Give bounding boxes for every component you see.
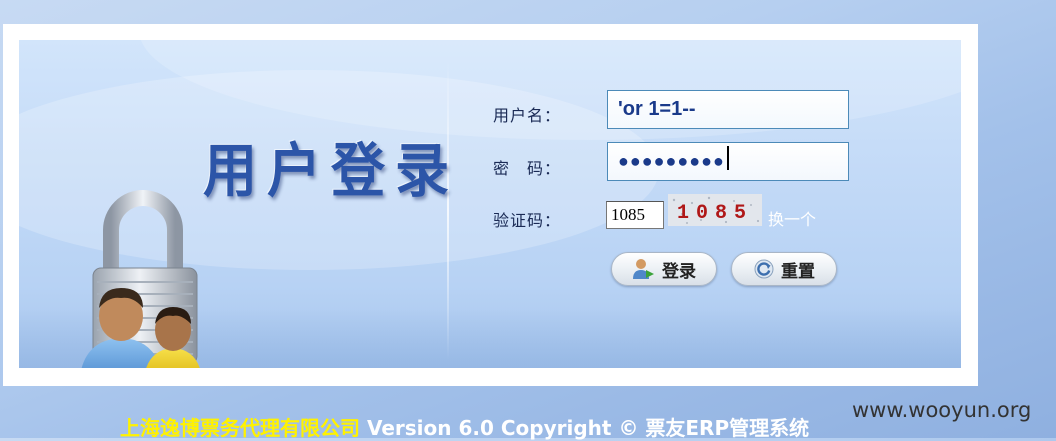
reset-button[interactable]: 重置 — [731, 252, 837, 286]
username-input[interactable] — [607, 90, 849, 129]
login-title: 用户登录 — [203, 135, 459, 205]
footer: 上海逸博票务代理有限公司 Version 6.0 Copyright © 票友E… — [120, 412, 809, 441]
watermark: www.wooyun.org — [852, 398, 1032, 422]
captcha-label: 验证码： — [493, 211, 562, 230]
footer-version: Version 6.0 Copyright © 票友ERP管理系统 — [360, 416, 810, 440]
login-frame: 用户登录 — [3, 24, 978, 386]
username-label: 用户名： — [493, 106, 562, 125]
footer-company: 上海逸博票务代理有限公司 — [120, 416, 360, 440]
refresh-captcha-link[interactable]: 换一个 — [768, 206, 816, 230]
login-button-label: 登录 — [662, 261, 696, 282]
captcha-input[interactable] — [606, 201, 664, 229]
captcha-text: 1085 — [677, 202, 753, 225]
login-button[interactable]: 登录 — [611, 252, 717, 286]
refresh-icon — [754, 259, 774, 279]
lock-users-icon — [81, 190, 200, 368]
reset-button-label: 重置 — [781, 261, 815, 282]
panel-divider — [447, 60, 449, 360]
text-caret — [727, 146, 729, 170]
user-login-icon — [633, 259, 654, 279]
password-label: 密 码： — [493, 159, 562, 178]
captcha-image[interactable]: 1085 — [668, 194, 762, 226]
